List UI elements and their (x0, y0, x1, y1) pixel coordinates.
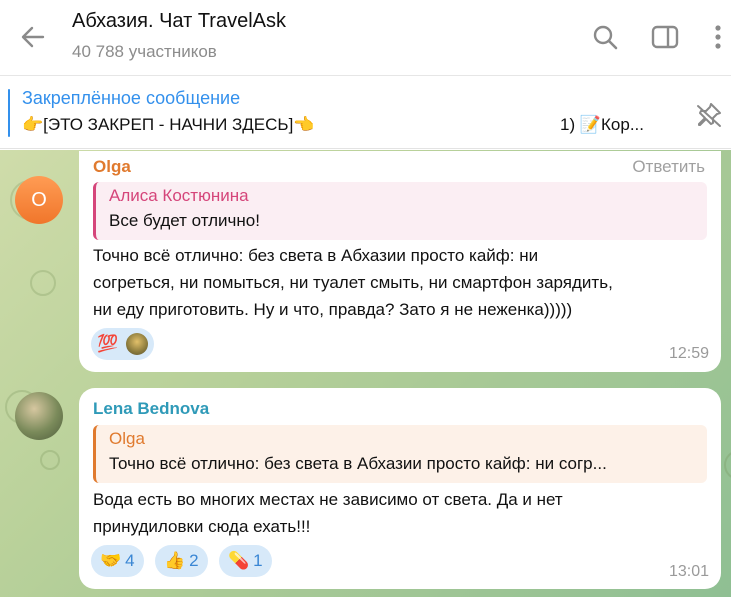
message-text: Вода есть во многих местах не зависимо о… (93, 490, 563, 536)
reaction-emoji: 🤝 (100, 551, 122, 570)
message-time: 12:59 (668, 345, 709, 362)
reply-quote[interactable]: Olga Точно всё отлично: без света в Абха… (93, 425, 707, 483)
reaction-emoji: 💊 (228, 551, 250, 570)
reaction-chip[interactable]: 💊 1 (219, 545, 272, 577)
quote-text: Все будет отлично! (109, 211, 260, 230)
sender-name[interactable]: Olga (93, 157, 131, 177)
reply-button[interactable]: Ответить (632, 157, 705, 177)
reaction-count: 4 (125, 551, 135, 570)
reaction-count: 2 (189, 551, 199, 570)
unpin-icon[interactable] (694, 100, 724, 130)
reaction-chip[interactable]: 👍 2 (155, 545, 208, 577)
chat-title[interactable]: Абхазия. Чат TravelAsk (72, 10, 286, 33)
avatar[interactable]: O (15, 176, 63, 224)
background-doodle (40, 450, 60, 470)
reply-quote[interactable]: Алиса Костюнина Все будет отлично! (93, 182, 707, 240)
pinned-label: Закреплённое сообщение (22, 88, 241, 108)
quote-author: Алиса Костюнина (109, 186, 249, 205)
quote-author: Olga (109, 429, 145, 448)
sidebar-toggle-icon[interactable] (650, 22, 680, 52)
pinned-text-continued: 1) 📝Кор... (560, 115, 644, 134)
reaction-count: 1 (253, 551, 263, 570)
chat-header: Абхазия. Чат TravelAsk 40 788 участников (0, 0, 731, 76)
pinned-text: 👉[ЭТО ЗАКРЕП - НАЧНИ ЗДЕСЬ]👈 (22, 115, 315, 134)
reaction-emoji: 👍 (164, 551, 186, 570)
background-doodle (724, 450, 731, 480)
background-doodle (30, 270, 56, 296)
message-bubble: Olga Ответить Алиса Костюнина Все будет … (79, 151, 721, 372)
quote-text: Точно всё отлично: без света в Абхазии п… (109, 454, 607, 473)
message-text: Точно всё отлично: без света в Абхазии п… (93, 246, 613, 319)
reaction-chip[interactable]: 💯 (91, 328, 155, 360)
more-options-icon[interactable] (703, 22, 731, 52)
reactor-avatar (126, 333, 149, 355)
reaction-chip[interactable]: 🤝 4 (91, 545, 144, 577)
message-time: 13:01 (668, 563, 709, 580)
avatar[interactable] (15, 392, 63, 440)
sender-name[interactable]: Lena Bednova (93, 399, 209, 419)
pinned-indicator (8, 89, 10, 137)
back-arrow-icon[interactable] (18, 22, 48, 52)
reaction-emoji: 💯 (97, 334, 119, 353)
pinned-message-bar[interactable]: Закреплённое сообщение 👉[ЭТО ЗАКРЕП - НА… (0, 77, 731, 149)
message-bubble: Lena Bednova Olga Точно всё отлично: без… (79, 388, 721, 589)
member-count: 40 788 участников (72, 42, 217, 61)
search-icon[interactable] (590, 22, 620, 52)
